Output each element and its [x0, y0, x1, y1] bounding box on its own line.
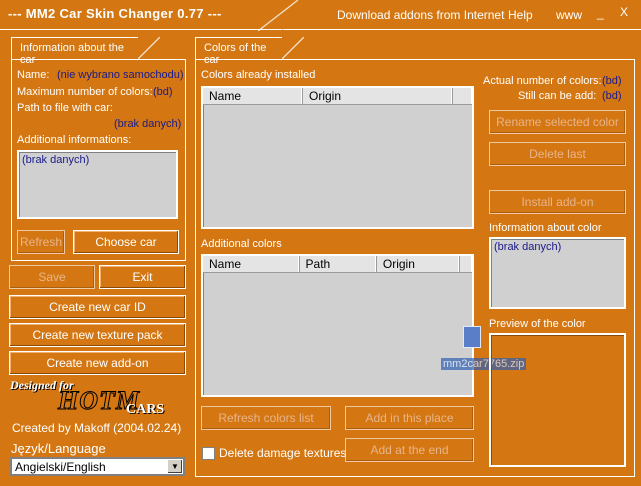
title-divider — [258, 0, 298, 31]
car-info-tab-slant — [138, 37, 160, 59]
colors-tab: Colors of the car — [195, 37, 282, 66]
menu-download-addons[interactable]: Download addons from Internet — [337, 8, 504, 22]
language-select[interactable]: Angielski/English — [10, 457, 185, 476]
can-add-value: (bd) — [602, 90, 622, 102]
max-colors-label: Maximum number of colors: — [17, 86, 153, 98]
actual-count-label: Actual number of colors: — [483, 75, 602, 87]
path-label: Path to file with car: — [17, 102, 113, 114]
installed-colors-header: Name Origin — [203, 88, 472, 105]
create-addon-button[interactable]: Create new add-on — [9, 351, 186, 375]
delete-damage-checkbox[interactable] — [202, 447, 215, 460]
refresh-button[interactable]: Refresh — [17, 230, 65, 254]
additional-info-text: (brak danych) — [22, 154, 90, 166]
col-origin[interactable]: Origin — [303, 88, 453, 104]
chevron-down-icon[interactable]: ▼ — [167, 459, 183, 474]
exit-button[interactable]: Exit — [99, 265, 186, 289]
created-by-text: Created by Makoff (2004.02.24) — [12, 421, 182, 435]
rename-color-button[interactable]: Rename selected color — [489, 110, 626, 134]
col-path[interactable]: Path — [300, 256, 377, 272]
additional-colors-list[interactable]: Name Path Origin — [201, 254, 474, 397]
language-select-value: Angielski/English — [15, 460, 106, 474]
color-info-label: Information about color — [489, 222, 602, 234]
zip-file-icon — [463, 326, 481, 348]
color-info-text: (brak danych) — [494, 241, 562, 253]
can-add-label: Still can be add: — [518, 90, 597, 102]
additional-info-memo[interactable]: (brak danych) — [17, 150, 178, 219]
name-label: Name: — [17, 69, 50, 81]
choose-car-button[interactable]: Choose car — [73, 230, 179, 254]
delete-damage-label[interactable]: Delete damage textures — [219, 446, 346, 460]
col-name[interactable]: Name — [203, 256, 300, 272]
max-colors-value: (bd) — [153, 86, 173, 98]
language-label: Język/Language — [11, 441, 106, 456]
add-in-place-button[interactable]: Add in this place — [345, 406, 474, 430]
color-preview-box — [489, 333, 626, 467]
color-info-memo[interactable]: (brak danych) — [489, 237, 626, 309]
col-filler — [453, 88, 472, 104]
close-button[interactable]: X — [620, 5, 628, 19]
path-value: (brak danych) — [114, 118, 182, 130]
additional-info-label: Additional informations: — [17, 134, 132, 146]
title-underline — [283, 29, 641, 30]
installed-colors-list[interactable]: Name Origin — [201, 86, 474, 229]
additional-colors-label: Additional colors — [201, 238, 282, 250]
color-preview-label: Preview of the color — [489, 318, 586, 330]
install-addon-button[interactable]: Install add-on — [489, 190, 626, 214]
minimize-button[interactable]: _ — [597, 6, 604, 20]
create-car-id-button[interactable]: Create new car ID — [9, 295, 186, 319]
actual-count-value: (bd) — [602, 75, 622, 87]
create-texture-pack-button[interactable]: Create new texture pack — [9, 323, 186, 347]
refresh-colors-button[interactable]: Refresh colors list — [201, 406, 331, 430]
col-filler — [460, 256, 472, 272]
col-origin[interactable]: Origin — [377, 256, 460, 272]
colors-tab-slant — [282, 37, 304, 59]
col-name[interactable]: Name — [203, 88, 303, 104]
installed-colors-label: Colors already installed — [201, 69, 316, 81]
additional-colors-header: Name Path Origin — [203, 256, 472, 273]
delete-last-button[interactable]: Delete last — [489, 142, 626, 166]
menu-www[interactable]: www — [556, 8, 582, 22]
name-value: (nie wybrano samochodu) — [57, 69, 184, 81]
car-info-tab: Information about the car — [11, 37, 138, 66]
add-at-end-button[interactable]: Add at the end — [345, 438, 474, 462]
app-title: --- MM2 Car Skin Changer 0.77 --- — [8, 6, 222, 21]
hotm-logo-sub: CARS — [126, 402, 165, 417]
save-button[interactable]: Save — [9, 265, 95, 289]
menu-help[interactable]: Help — [508, 8, 533, 22]
